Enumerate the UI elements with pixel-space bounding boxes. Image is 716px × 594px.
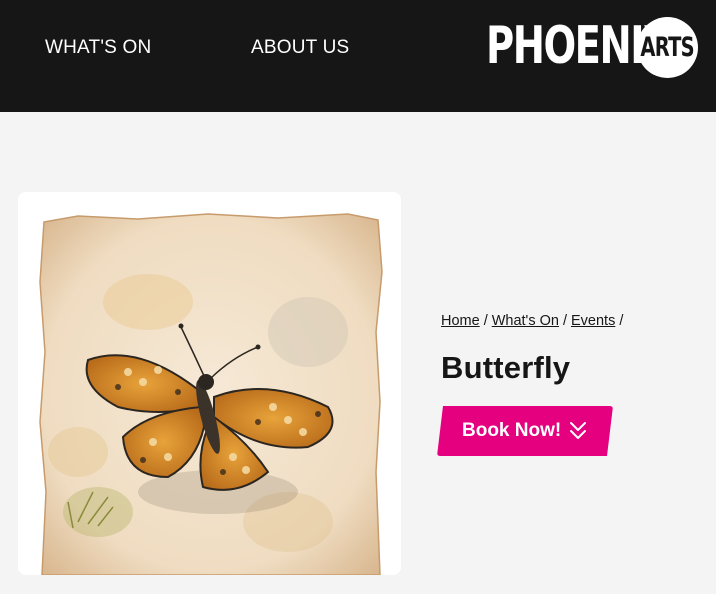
site-header: WHAT'S ON ABOUT US PHOENIX ARTS bbox=[0, 0, 716, 112]
book-now-button[interactable]: Book Now! bbox=[437, 406, 613, 456]
nav-whats-on[interactable]: WHAT'S ON bbox=[45, 37, 151, 59]
logo-badge-text: ARTS bbox=[640, 32, 695, 63]
breadcrumb-home[interactable]: Home bbox=[441, 313, 480, 329]
site-logo[interactable]: PHOENIX ARTS bbox=[486, 17, 698, 79]
logo-badge: ARTS bbox=[637, 17, 698, 78]
book-now-label: Book Now! bbox=[462, 420, 562, 441]
double-chevron-down-icon bbox=[569, 421, 587, 441]
event-image-card bbox=[18, 192, 401, 575]
breadcrumb-separator: / bbox=[562, 313, 567, 329]
breadcrumb-events[interactable]: Events bbox=[571, 313, 615, 329]
nav-about-us[interactable]: ABOUT US bbox=[251, 37, 349, 59]
breadcrumb-separator: / bbox=[619, 313, 624, 329]
breadcrumb: Home / What's On / Events / bbox=[441, 313, 627, 329]
breadcrumb-separator: / bbox=[483, 313, 488, 329]
event-title: Butterfly bbox=[441, 350, 571, 385]
breadcrumb-whats-on[interactable]: What's On bbox=[492, 313, 559, 329]
butterfly-illustration bbox=[18, 192, 401, 575]
